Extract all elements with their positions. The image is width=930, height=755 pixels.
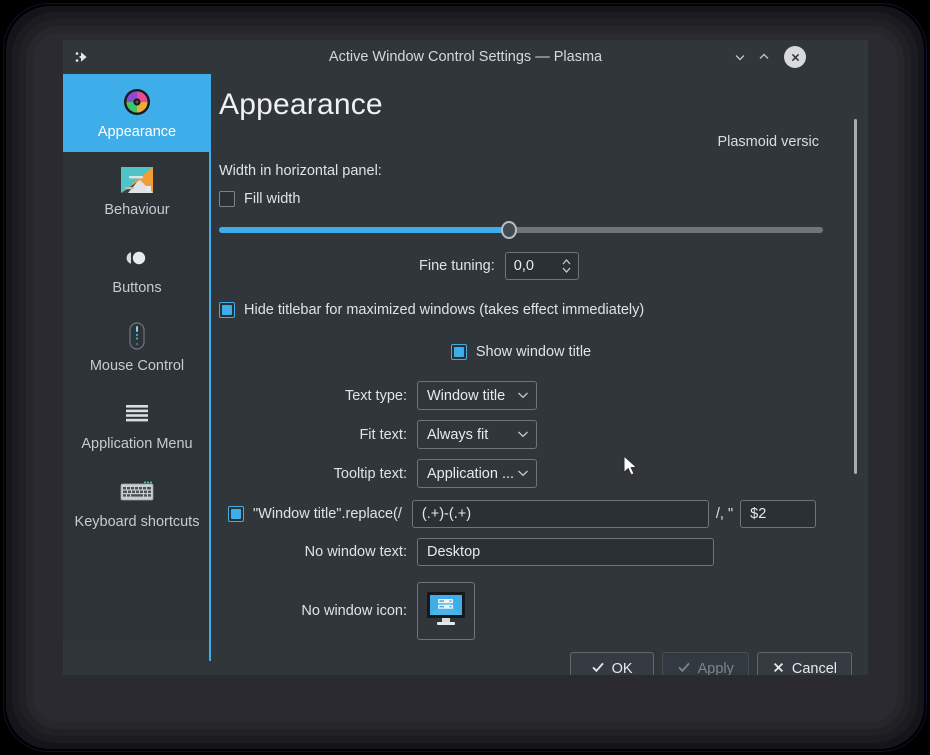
fit-text-row: Fit text: Always fit (219, 420, 868, 449)
chevron-down-icon (517, 429, 529, 441)
fine-tuning-label: Fine tuning: (419, 258, 495, 274)
vertical-scrollbar[interactable] (854, 119, 857, 474)
replace-replacement-input[interactable]: $2 (740, 500, 817, 528)
fill-width-checkbox[interactable] (219, 191, 235, 207)
sidebar-item-buttons[interactable]: Buttons (63, 230, 211, 308)
replace-replacement-value: $2 (750, 506, 767, 522)
close-button[interactable] (784, 46, 806, 68)
settings-sidebar: Appearance Behaviour Buttons Mouse Contr… (63, 74, 211, 661)
fit-text-label: Fit text: (359, 426, 407, 443)
hide-titlebar-row[interactable]: Hide titlebar for maximized windows (tak… (219, 302, 868, 318)
no-window-icon-button[interactable] (417, 582, 475, 640)
window-title-replace-row: "Window title".replace(/ (.+)-(.+) /, " … (219, 500, 868, 528)
tooltip-text-combobox[interactable]: Application ... (417, 459, 537, 488)
hide-titlebar-checkbox[interactable] (219, 302, 235, 318)
replace-pattern-input[interactable]: (.+)-(.+) (411, 500, 709, 528)
no-window-text-row: No window text: Desktop (219, 538, 868, 566)
slider-fill (219, 227, 509, 233)
sidebar-item-label: Keyboard shortcuts (74, 514, 200, 530)
fill-width-row[interactable]: Fill width (219, 191, 868, 207)
slider-handle[interactable] (500, 221, 517, 239)
minimize-button[interactable] (730, 47, 750, 67)
sidebar-item-label: Appearance (97, 124, 177, 140)
no-window-icon-label: No window icon: (301, 603, 407, 619)
chevron-down-icon (517, 468, 529, 480)
text-type-value: Window title (427, 387, 506, 404)
hide-titlebar-label: Hide titlebar for maximized windows (tak… (244, 302, 645, 318)
cancel-button[interactable]: Cancel (756, 652, 852, 676)
show-window-title-row[interactable]: Show window title (219, 344, 823, 360)
text-type-row: Text type: Window title (219, 381, 868, 410)
text-type-label: Text type: (344, 387, 407, 404)
tooltip-text-label: Tooltip text: (333, 465, 407, 482)
sidebar-item-label: Mouse Control (89, 358, 185, 374)
width-section-label: Width in horizontal panel: (219, 163, 382, 179)
window-titlebar[interactable]: Active Window Control Settings — Plasma (63, 40, 868, 74)
sidebar-item-keyboard-shortcuts[interactable]: Keyboard shortcuts (63, 464, 211, 542)
cross-icon (772, 661, 785, 676)
fit-text-value: Always fit (427, 426, 489, 443)
sidebar-item-label: Behaviour (104, 202, 170, 218)
no-window-text-input[interactable]: Desktop (417, 538, 714, 566)
cancel-button-label: Cancel (791, 661, 837, 675)
sidebar-item-label: Buttons (112, 280, 162, 296)
hamburger-menu-icon (119, 398, 155, 430)
sidebar-item-application-menu[interactable]: Application Menu (63, 386, 211, 464)
fine-tuning-row: Fine tuning: 0,0 (219, 252, 823, 280)
ok-button[interactable]: OK (569, 652, 654, 675)
replace-separator-label: /, " (715, 506, 734, 522)
ok-button-label: OK (611, 661, 633, 675)
sidebar-item-appearance[interactable]: Appearance (63, 74, 211, 152)
check-icon (677, 660, 691, 675)
desktop-behaviour-icon (119, 164, 155, 196)
window-buttons-icon (119, 242, 155, 274)
plasmoid-version-label: Plasmoid versic (717, 134, 819, 150)
no-window-text-value: Desktop (427, 544, 481, 560)
width-slider[interactable] (219, 221, 823, 239)
text-type-combobox[interactable]: Window title (417, 381, 537, 410)
replace-label: "Window title".replace(/ (253, 506, 402, 522)
check-icon (591, 660, 605, 675)
fine-tuning-spinbox[interactable]: 0,0 (504, 252, 579, 280)
monitor-desktop-icon (424, 589, 468, 634)
settings-content-pane: Appearance Plasmoid versic Width in hori… (211, 74, 868, 640)
apply-button-label: Apply (697, 661, 734, 675)
page-title: Appearance (219, 88, 383, 121)
color-wheel-icon (119, 86, 155, 118)
no-window-text-label: No window text: (304, 544, 407, 560)
sidebar-item-behaviour[interactable]: Behaviour (63, 152, 211, 230)
show-window-title-checkbox[interactable] (450, 344, 467, 360)
mouse-icon (119, 320, 155, 352)
fit-text-combobox[interactable]: Always fit (417, 420, 537, 449)
tooltip-text-value: Application ... (427, 465, 515, 482)
spinbox-arrows-icon[interactable] (561, 257, 572, 275)
sidebar-item-mouse-control[interactable]: Mouse Control (63, 308, 211, 386)
fill-width-label: Fill width (244, 191, 301, 207)
keyboard-icon (119, 476, 155, 508)
desktop-background: Active Window Control Settings — Plasma (0, 0, 930, 755)
fine-tuning-value: 0,0 (513, 258, 534, 274)
replace-enabled-checkbox[interactable] (228, 506, 244, 522)
sidebar-item-label: Application Menu (81, 436, 193, 452)
apply-button[interactable]: Apply (661, 652, 749, 675)
replace-pattern-value: (.+)-(.+) (421, 506, 472, 522)
settings-window: Active Window Control Settings — Plasma (63, 40, 868, 675)
maximize-button[interactable] (754, 47, 774, 67)
show-window-title-label: Show window title (475, 344, 592, 360)
no-window-icon-row: No window icon: (219, 582, 868, 640)
tooltip-text-row: Tooltip text: Application ... (219, 459, 868, 488)
mouse-cursor (623, 454, 641, 484)
dialog-button-bar: OK Apply Cancel (63, 640, 868, 675)
chevron-down-icon (517, 390, 529, 402)
window-body: Appearance Behaviour Buttons Mouse Contr… (63, 74, 868, 661)
